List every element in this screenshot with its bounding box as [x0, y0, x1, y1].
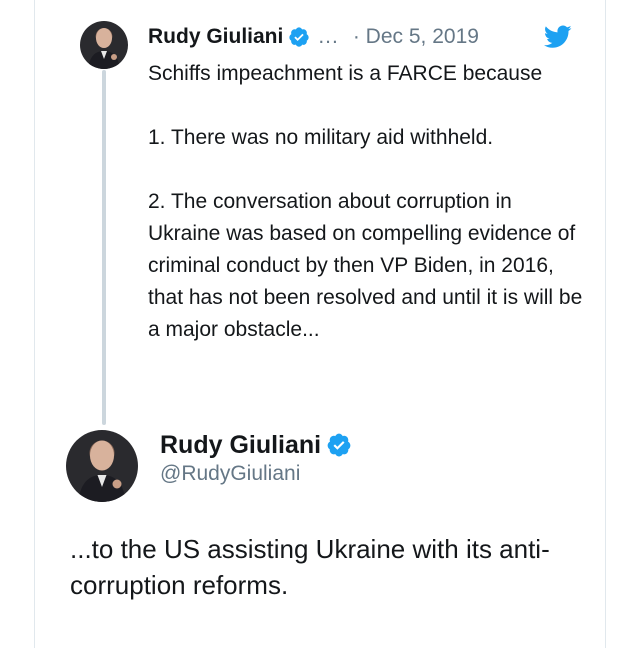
- tweet-author-avatar[interactable]: [66, 430, 138, 502]
- reply-text-line: 1. There was no military aid withheld.: [148, 126, 494, 149]
- reply-text: Schiffs impeachment is a FARCE because 1…: [148, 58, 588, 346]
- tweet-text: ...to the US assisting Ukraine with its …: [70, 534, 550, 600]
- reply-text-line: 2. The conversation about corruption in …: [148, 190, 583, 341]
- reply-date[interactable]: · Dec 5, 2019: [353, 25, 479, 49]
- verified-badge-icon: [288, 26, 310, 48]
- reply-author-avatar[interactable]: [80, 21, 128, 69]
- verified-badge-icon: [326, 432, 352, 458]
- tweet-author-row: Rudy Giuliani: [160, 428, 352, 462]
- reply-text-line: Schiffs impeachment is a FARCE because: [148, 62, 543, 85]
- reply-author-name[interactable]: Rudy Giuliani: [148, 25, 283, 49]
- thread-connector-line: [102, 70, 106, 425]
- tweet-author-name[interactable]: Rudy Giuliani: [160, 431, 321, 460]
- more-indicator: ...: [318, 25, 339, 48]
- profile-photo-icon: [88, 28, 120, 69]
- reply-header: Rudy Giuliani ... · Dec 5, 2019: [148, 22, 479, 52]
- tweet-author-handle[interactable]: @RudyGiuliani: [160, 462, 300, 486]
- profile-photo-icon: [78, 440, 126, 502]
- twitter-bird-icon[interactable]: [544, 25, 572, 49]
